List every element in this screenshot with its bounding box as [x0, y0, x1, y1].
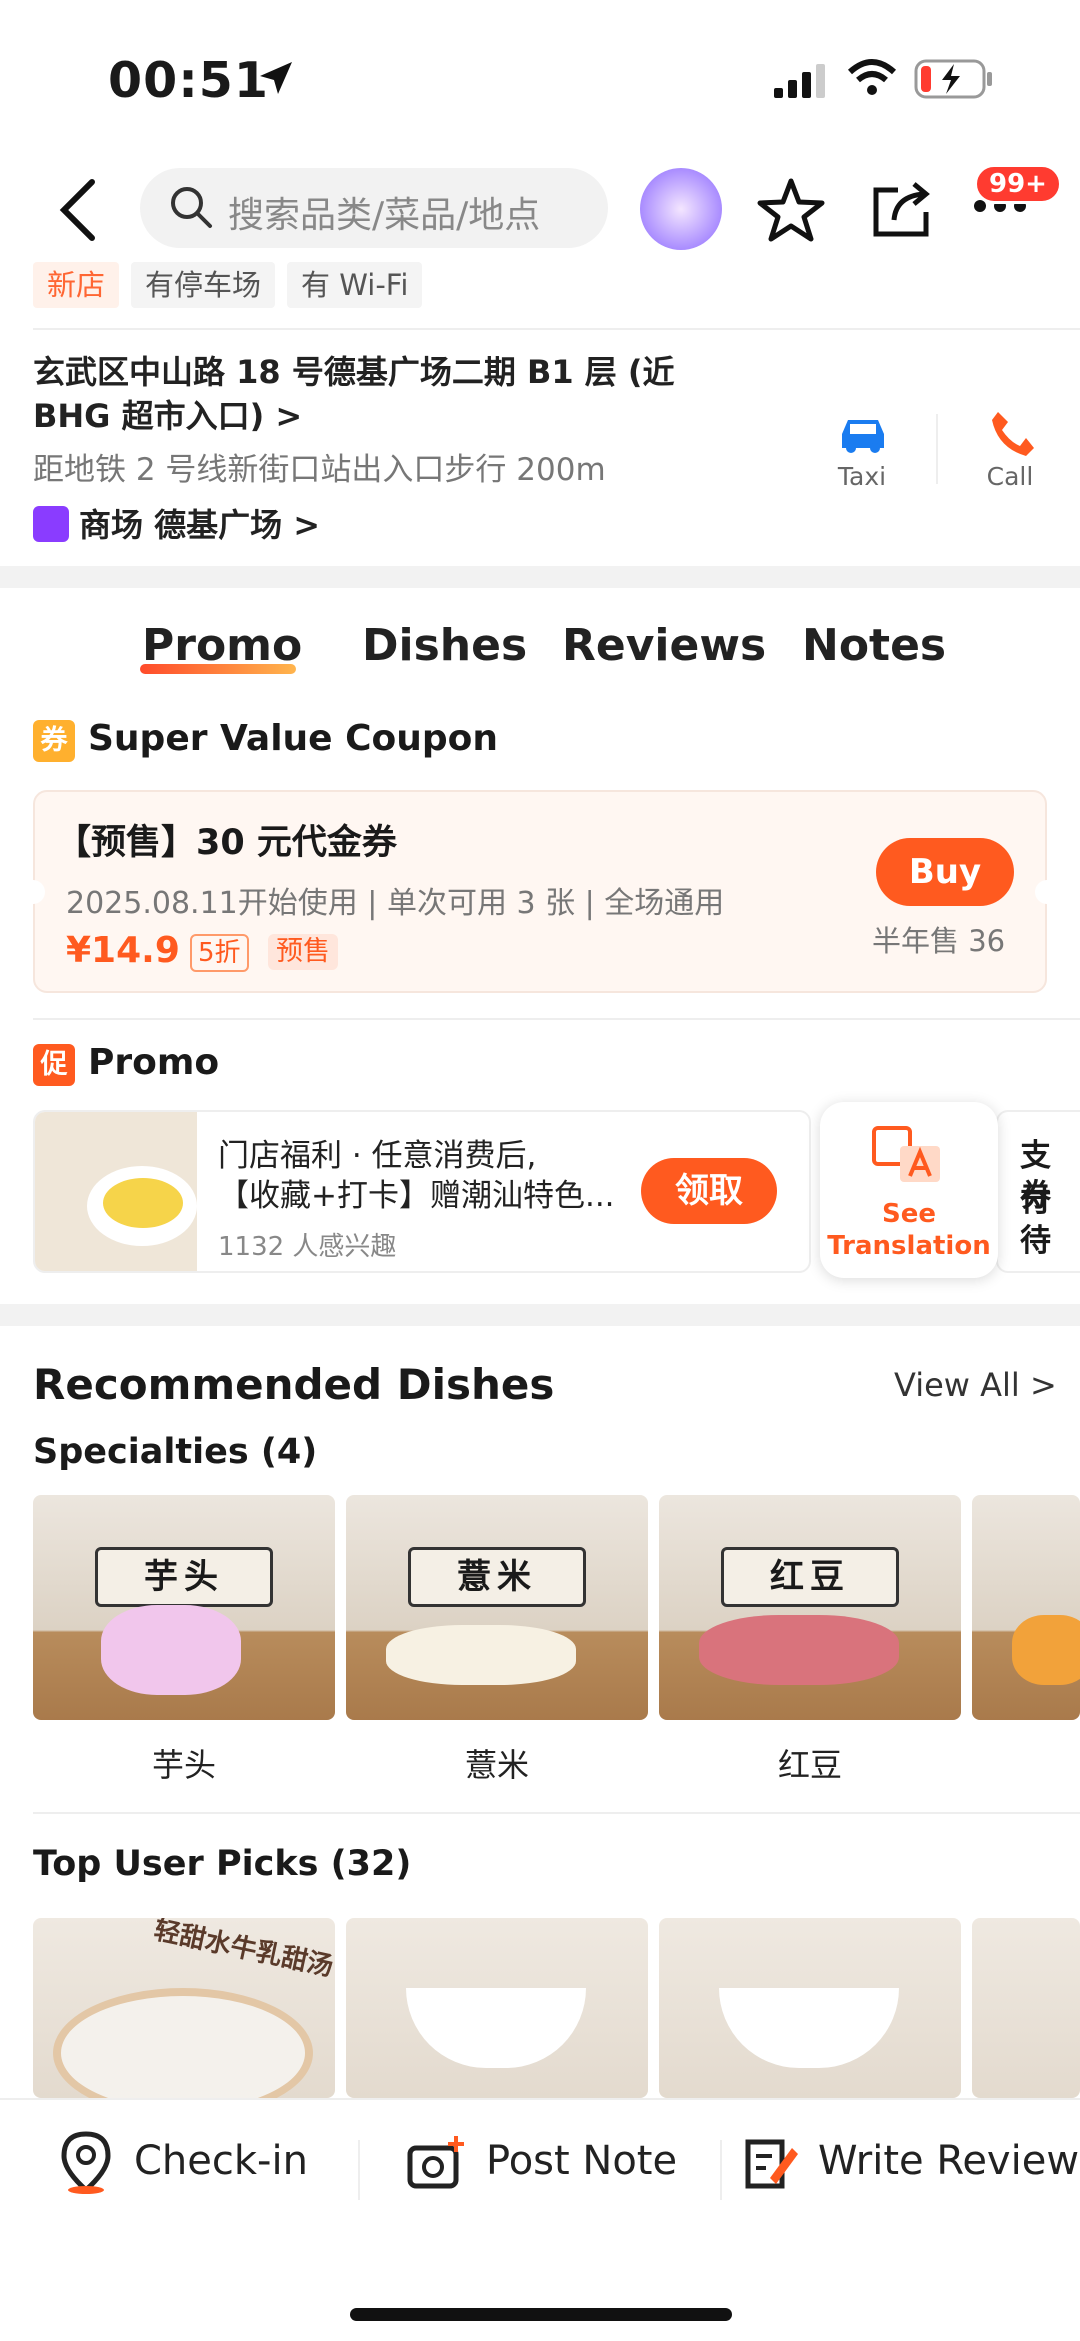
coupon-price: ¥14.9 [66, 930, 180, 971]
dish-food [386, 1625, 576, 1685]
pick-bowl [719, 1988, 899, 2068]
location-pin-icon [61, 2131, 111, 2194]
discount-badge: 5折 [190, 934, 249, 972]
next-promo-line2: 券待 [1020, 1178, 1051, 1259]
dish-label: 红豆 [777, 1746, 842, 1784]
pick-card[interactable] [346, 1918, 648, 2098]
dish-label: 薏米 [464, 1746, 529, 1784]
divider [33, 1812, 1080, 1814]
subway-info: 距地铁 2 号线新街口站出入口步行 200m [33, 452, 606, 488]
bottom-action-bar [0, 2098, 1080, 2341]
dish-sign: 芋头 [95, 1547, 273, 1607]
coupon-section-title: Super Value Coupon [88, 718, 499, 759]
top-picks-title: Top User Picks (32) [33, 1844, 412, 1884]
divider [720, 2140, 722, 2200]
search-placeholder: 搜索品类/菜品/地点 [228, 195, 541, 236]
dish-card[interactable] [972, 1495, 1080, 1720]
section-gap [0, 566, 1080, 588]
claim-button[interactable]: 领取 [641, 1158, 777, 1224]
promo-line1: 门店福利 · 任意消费后, [218, 1138, 537, 1174]
tab-reviews[interactable]: Reviews [562, 620, 766, 671]
feature-tags: 新店 有停车场有 Wi-Fi [33, 262, 434, 308]
translation-button[interactable]: See Translation [820, 1102, 998, 1278]
back-icon[interactable] [52, 178, 102, 242]
promo-line2: 【收藏+打卡】赠潮汕特色... [218, 1178, 615, 1214]
pick-bowl [53, 1988, 313, 2098]
write-review-button[interactable]: Write Review [818, 2138, 1079, 2184]
pick-caption: 轻甜水牛乳甜汤 [151, 1918, 335, 1983]
pick-card[interactable] [659, 1918, 961, 2098]
pick-bowl [406, 1988, 586, 2068]
camera-plus-icon [407, 2136, 464, 2189]
dish-card[interactable]: 红豆 [659, 1495, 961, 1720]
translation-label: See Translation [827, 1199, 991, 1261]
translate-icon [872, 1126, 940, 1182]
status-bar: 00:51 [0, 0, 1080, 150]
tab-active-indicator [140, 664, 296, 674]
promo-image [35, 1112, 197, 1271]
location-arrow-icon [260, 62, 292, 94]
coupon-notch [21, 880, 45, 904]
call-label[interactable]: Call [960, 462, 1060, 491]
dish-food [1012, 1615, 1080, 1685]
coupon-icon: 券 [33, 720, 75, 762]
edit-review-icon [745, 2139, 798, 2189]
wifi-icon [847, 59, 897, 95]
divider [936, 414, 938, 484]
phone-icon[interactable] [988, 408, 1036, 458]
tag-new: 新店 [33, 262, 120, 308]
share-icon[interactable] [868, 176, 934, 242]
sold-count: 半年售 36 [872, 924, 1006, 958]
specialties-title: Specialties (4) [33, 1432, 318, 1472]
dish-food [101, 1605, 241, 1695]
dish-sign: 红豆 [721, 1547, 899, 1607]
address-line[interactable]: 玄武区中山路 18 号德基广场二期 B1 层 (近 BHG 超市入口) > [33, 350, 763, 438]
section-gap [0, 1304, 1080, 1326]
pick-card[interactable]: 轻甜水牛乳甜汤 [33, 1918, 335, 2098]
tab-notes[interactable]: Notes [802, 620, 946, 671]
promo-food [103, 1178, 183, 1228]
divider [358, 2140, 360, 2200]
dish-card[interactable]: 薏米 [346, 1495, 648, 1720]
promo-icon: 促 [33, 1044, 75, 1086]
mall-link[interactable]: 商场 德基广场 > [33, 500, 320, 546]
mall-label: 商场 德基广场 > [79, 506, 321, 544]
battery-icon [914, 59, 992, 99]
dish-food [699, 1615, 899, 1685]
coupon-details: 2025.08.11开始使用 | 单次可用 3 张 | 全场通用 [66, 886, 725, 921]
tag-wifi: 有 Wi-Fi [287, 262, 423, 308]
view-all-link[interactable]: View All > [894, 1366, 1057, 1404]
recommended-title: Recommended Dishes [33, 1360, 555, 1409]
taxi-icon[interactable] [836, 412, 890, 456]
pick-card[interactable] [972, 1918, 1080, 2098]
mall-icon [33, 506, 69, 542]
promo-section-title: Promo [88, 1042, 220, 1083]
signal-icon [774, 64, 825, 98]
post-note-button[interactable]: Post Note [486, 2138, 677, 2184]
promo-interest: 1132 人感兴趣 [218, 1232, 397, 1262]
coupon-name: 【预售】30 元代金券 [56, 823, 397, 863]
dish-sign: 薏米 [408, 1547, 586, 1607]
dish-label: 芋头 [151, 1746, 216, 1784]
search-icon [171, 187, 212, 228]
divider [33, 328, 1080, 330]
presale-badge: 预售 [268, 934, 338, 970]
assistant-avatar-icon[interactable] [640, 168, 722, 250]
status-time: 00:51 [108, 52, 269, 109]
tag-parking: 有停车场 [131, 262, 276, 308]
dish-card[interactable]: 芋头 [33, 1495, 335, 1720]
buy-button[interactable]: Buy [876, 838, 1014, 906]
taxi-label[interactable]: Taxi [812, 462, 912, 491]
divider [33, 1018, 1080, 1020]
checkin-button[interactable]: Check-in [134, 2138, 308, 2184]
tab-dishes[interactable]: Dishes [362, 620, 527, 671]
favorite-star-icon[interactable] [756, 176, 826, 244]
home-indicator[interactable] [350, 2308, 732, 2321]
coupon-notch [1035, 880, 1059, 904]
notification-badge: 99+ [974, 164, 1062, 204]
